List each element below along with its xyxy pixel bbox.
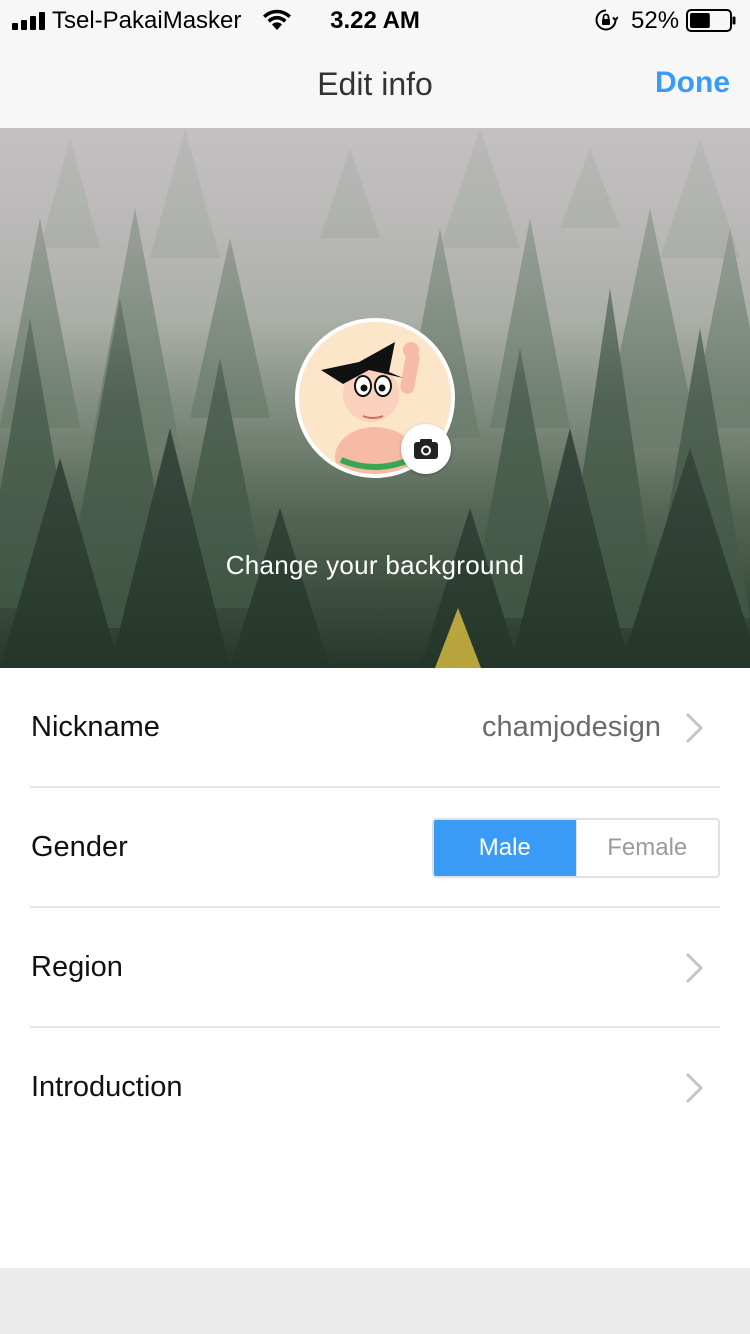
avatar-container — [295, 318, 455, 478]
introduction-label: Introduction — [31, 1071, 183, 1103]
chevron-right-icon — [686, 953, 703, 983]
battery-icon — [686, 9, 736, 32]
gender-female-option[interactable]: Female — [575, 820, 718, 876]
footer-area — [0, 1268, 750, 1334]
camera-icon — [414, 439, 438, 459]
gender-male-option[interactable]: Male — [434, 820, 576, 876]
gender-segmented-control: Male Female — [432, 818, 720, 878]
page-title: Edit info — [317, 66, 433, 102]
introduction-row[interactable]: Introduction — [0, 1028, 750, 1148]
change-background-label: Change your background — [225, 550, 525, 580]
nickname-value: chamjodesign — [482, 711, 661, 743]
chevron-right-icon — [686, 1073, 703, 1103]
battery-percent: 52% — [631, 7, 680, 34]
nickname-row[interactable]: Nickname chamjodesign — [0, 668, 750, 788]
edit-info-list: Nickname chamjodesign Gender Male Female… — [0, 668, 750, 1268]
region-row[interactable]: Region — [0, 908, 750, 1028]
navigation-bar: Edit info Done — [0, 40, 750, 128]
nickname-label: Nickname — [31, 711, 160, 743]
region-label: Region — [31, 951, 123, 983]
chevron-right-icon — [686, 713, 703, 743]
rotation-lock-icon — [595, 9, 618, 31]
done-button[interactable]: Done — [655, 66, 730, 100]
status-bar: Tsel-PakaiMasker 3.22 AM 52% — [0, 0, 750, 40]
change-avatar-button[interactable] — [401, 424, 451, 474]
profile-background[interactable]: Change your background — [0, 128, 750, 668]
gender-label: Gender — [31, 831, 128, 863]
